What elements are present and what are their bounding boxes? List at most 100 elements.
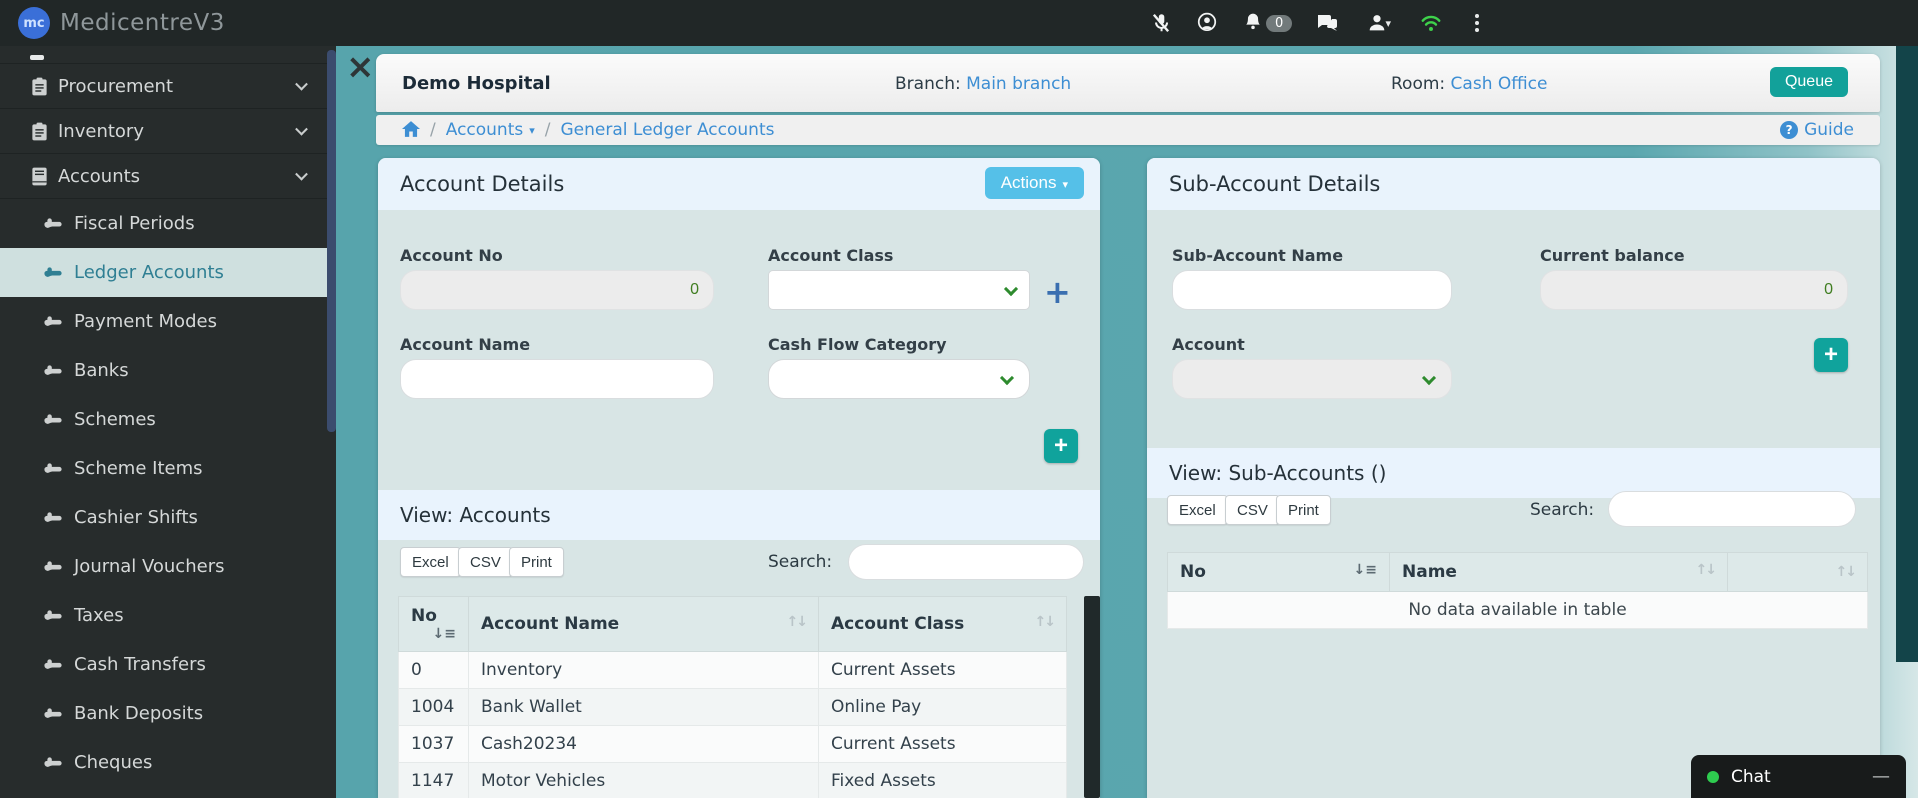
sidebar-item-journal-vouchers[interactable]: Journal Vouchers [0, 542, 336, 591]
table-scrollbar[interactable] [1084, 596, 1100, 798]
csv-export-button[interactable]: CSV [458, 547, 513, 577]
notifications[interactable]: 0 [1242, 12, 1293, 34]
support-agent-icon[interactable] [1196, 12, 1218, 34]
sidebar-item-label: Fiscal Periods [74, 213, 195, 234]
table-row[interactable]: 0 Inventory Current Assets [398, 651, 1067, 689]
sidebar-item-cash-transfers[interactable]: Cash Transfers [0, 640, 336, 689]
excel-export-button[interactable]: Excel [1167, 495, 1228, 525]
more-options-icon[interactable] [1466, 12, 1488, 34]
cell-no: 1004 [398, 688, 469, 726]
chevron-down-icon: ▾ [1385, 16, 1392, 30]
sub-account-name-input[interactable] [1172, 270, 1452, 310]
messages-icon[interactable] [1316, 12, 1338, 34]
column-header-account-name[interactable]: Account Name ↑↓ [468, 596, 819, 652]
sub-accounts-search-input[interactable] [1608, 491, 1856, 527]
sidebar-item-label: Schemes [74, 409, 156, 430]
home-icon[interactable] [402, 120, 420, 140]
sidebar-item-ledger-accounts[interactable]: Ledger Accounts [0, 248, 336, 297]
sidebar-item-accounts[interactable]: Accounts [0, 154, 336, 199]
app-root: mc MedicentreV3 0 ▾ Procurement Inventor… [0, 0, 1918, 798]
clipboard-icon [30, 77, 49, 96]
sidebar-item-banks[interactable]: Banks [0, 346, 336, 395]
table-row[interactable]: 1147 Motor Vehicles Fixed Assets [398, 762, 1067, 798]
sidebar-item-label: Cheques [74, 752, 153, 773]
panel-title: Account Details [400, 172, 565, 196]
sidebar-item-label: Taxes [74, 605, 124, 626]
sidebar-scrollbar[interactable] [327, 50, 336, 432]
sidebar-item-schemes[interactable]: Schemes [0, 395, 336, 444]
print-export-button[interactable]: Print [1276, 495, 1331, 525]
brand[interactable]: mc MedicentreV3 [0, 7, 225, 39]
table-row[interactable]: 1004 Bank Wallet Online Pay [398, 688, 1067, 726]
breadcrumb-current-page[interactable]: General Ledger Accounts [561, 120, 775, 140]
question-icon: ? [1780, 121, 1799, 139]
breadcrumb-accounts[interactable]: Accounts [446, 120, 524, 140]
cell-account-name: Motor Vehicles [468, 762, 819, 798]
sidebar-item-procurement[interactable]: Procurement [0, 64, 336, 109]
guide-link[interactable]: ? Guide [1780, 120, 1854, 140]
cash-flow-category-label: Cash Flow Category [768, 335, 947, 354]
sidebar-item-label: Ledger Accounts [74, 262, 224, 283]
excel-export-button[interactable]: Excel [400, 547, 461, 577]
cash-flow-category-select[interactable] [768, 359, 1030, 399]
sidebar-item-scheme-items[interactable]: Scheme Items [0, 444, 336, 493]
microphone-muted-icon[interactable] [1150, 12, 1172, 34]
sidebar-item-inventory[interactable]: Inventory [0, 109, 336, 154]
account-class-select[interactable] [768, 270, 1030, 310]
sidebar-item-payment-modes[interactable]: Payment Modes [0, 297, 336, 346]
column-header-no[interactable]: No ↓≡ [398, 596, 469, 652]
column-header-no[interactable]: No ↓≡ [1167, 552, 1390, 592]
sub-account-name-label: Sub-Account Name [1172, 246, 1344, 265]
chat-widget[interactable]: Chat — [1691, 755, 1906, 798]
account-select[interactable] [1172, 359, 1452, 399]
room-info: Room: Cash Office [1391, 74, 1548, 94]
hand-point-icon [44, 263, 63, 282]
wifi-status-icon[interactable] [1420, 12, 1442, 34]
brand-logo-icon: mc [18, 7, 50, 39]
accounts-view-title: View: Accounts [400, 503, 551, 527]
brand-name: MedicentreV3 [60, 10, 225, 36]
table-row[interactable]: 1037 Cash20234 Current Assets [398, 725, 1067, 763]
sidebar-item-bank-deposits[interactable]: Bank Deposits [0, 689, 336, 738]
sidebar-item-fiscal-periods[interactable]: Fiscal Periods [0, 199, 336, 248]
account-class-label: Account Class [768, 246, 894, 265]
page-scrollbar[interactable] [1896, 46, 1918, 662]
column-header-extra[interactable]: ↑↓ [1727, 552, 1868, 592]
top-navbar: mc MedicentreV3 0 ▾ [0, 0, 1918, 46]
current-balance-input[interactable] [1540, 270, 1848, 310]
account-no-input[interactable] [400, 270, 714, 310]
chat-label: Chat [1731, 766, 1771, 787]
add-account-class-icon[interactable]: + [1044, 276, 1071, 308]
account-name-input[interactable] [400, 359, 714, 399]
sidebar-item-taxes[interactable]: Taxes [0, 591, 336, 640]
add-sub-account-button[interactable]: + [1814, 338, 1848, 372]
sidebar-item-label: Inventory [58, 120, 144, 142]
accounts-table: No ↓≡ Account Name ↑↓ Account Class ↑↓ 0 In… [398, 596, 1067, 798]
actions-button[interactable]: Actions ▾ [984, 167, 1084, 199]
guide-label: Guide [1804, 120, 1854, 140]
panel-title: Sub-Account Details [1169, 172, 1381, 196]
sidebar-item-cashier-shifts[interactable]: Cashier Shifts [0, 493, 336, 542]
breadcrumb: / Accounts ▾ / General Ledger Accounts ?… [376, 115, 1880, 145]
add-account-button[interactable]: + [1044, 429, 1078, 463]
print-export-button[interactable]: Print [509, 547, 564, 577]
search-label: Search: [1530, 500, 1595, 520]
minimize-icon[interactable]: — [1872, 766, 1890, 787]
accounts-search-input[interactable] [848, 544, 1084, 580]
accounts-view-header: View: Accounts [378, 490, 1100, 540]
branch-link[interactable]: Main branch [966, 74, 1071, 94]
column-header-account-class[interactable]: Account Class ↑↓ [818, 596, 1067, 652]
hand-point-icon [44, 704, 63, 723]
hand-point-icon [44, 606, 63, 625]
room-link[interactable]: Cash Office [1451, 74, 1548, 94]
csv-export-button[interactable]: CSV [1225, 495, 1280, 525]
close-icon[interactable]: × [346, 50, 375, 84]
column-header-name[interactable]: Name ↑↓ [1389, 552, 1728, 592]
hand-point-icon [44, 410, 63, 429]
user-menu[interactable]: ▾ [1362, 12, 1396, 34]
chevron-down-icon[interactable]: ▾ [529, 124, 535, 137]
sidebar-item-cheques[interactable]: Cheques [0, 738, 336, 787]
sub-accounts-table: No ↓≡ Name ↑↓ ↑↓ No data available in tabl… [1167, 552, 1868, 629]
queue-button[interactable]: Queue [1769, 67, 1848, 97]
sort-active-icon: ↓≡ [1353, 562, 1377, 578]
